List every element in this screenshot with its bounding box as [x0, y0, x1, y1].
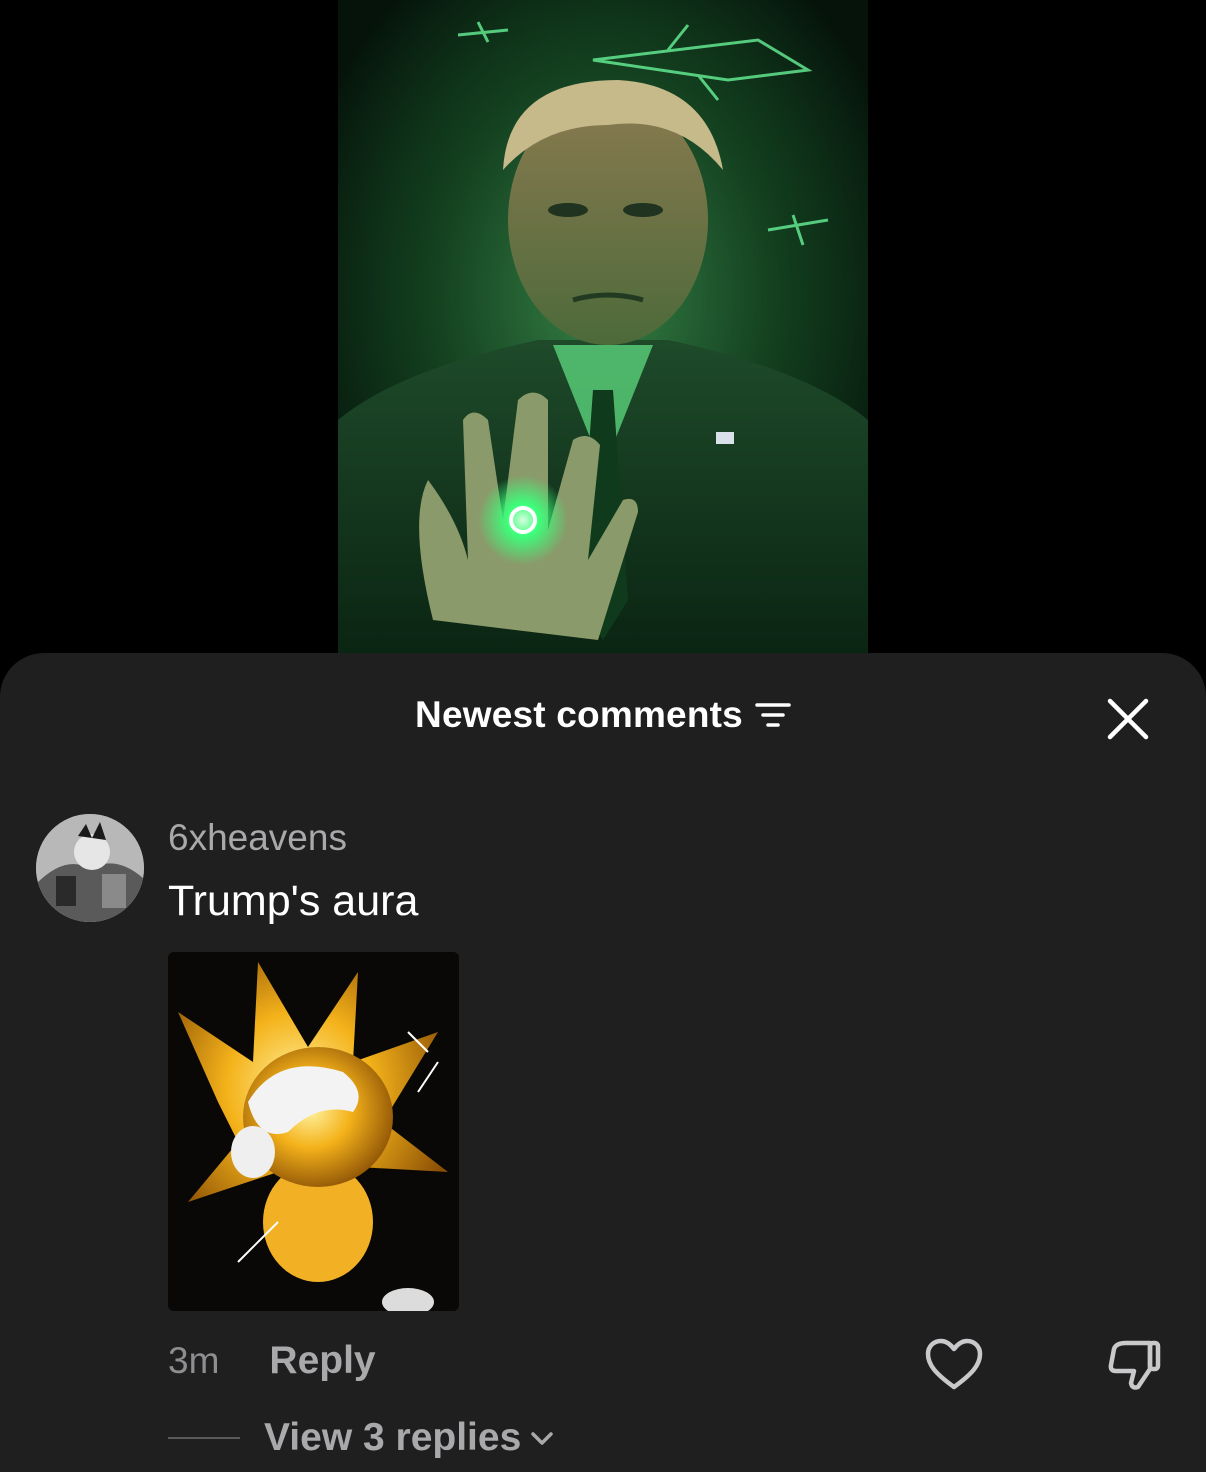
comment-image-attachment[interactable] [168, 952, 459, 1311]
comments-header: Newest comments [0, 653, 1206, 773]
comments-sheet: Newest comments 6xheavens Trump's aura 3… [0, 653, 1206, 1472]
sonic-sticker-image [168, 952, 459, 1311]
sort-comments-button[interactable]: Newest comments [0, 691, 1206, 739]
view-replies-button[interactable]: View 3 replies [168, 1413, 557, 1463]
close-icon [1107, 698, 1149, 740]
close-comments-button[interactable] [1100, 691, 1156, 747]
view-replies-label: View 3 replies [264, 1416, 522, 1459]
replies-divider [168, 1437, 240, 1439]
chevron-down-icon [531, 1432, 554, 1445]
filter-lines-icon [755, 703, 791, 727]
commenter-avatar[interactable] [36, 814, 144, 922]
heart-outline-icon [925, 1338, 983, 1390]
comment-meta-row: 3m Reply [168, 1336, 376, 1386]
video-player[interactable] [338, 0, 868, 660]
like-button[interactable] [924, 1337, 984, 1391]
app-viewport: Newest comments 6xheavens Trump's aura 3… [0, 0, 1206, 1472]
avatar-image [36, 814, 144, 922]
thumbs-down-outline-icon [1108, 1340, 1161, 1390]
comment-timestamp: 3m [168, 1340, 220, 1381]
comment-username[interactable]: 6xheavens [168, 817, 347, 859]
reply-button[interactable]: Reply [269, 1339, 375, 1383]
comment-text: Trump's aura [168, 877, 419, 925]
sort-label: Newest comments [415, 694, 743, 735]
video-frame-image [338, 0, 868, 660]
dislike-button[interactable] [1104, 1337, 1164, 1391]
